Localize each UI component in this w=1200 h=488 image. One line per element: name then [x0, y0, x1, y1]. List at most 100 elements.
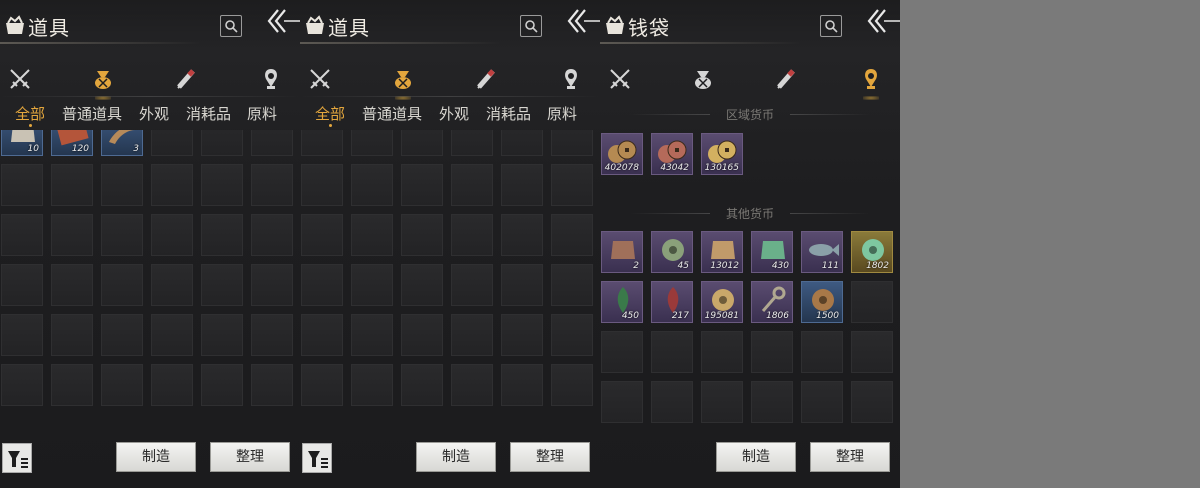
- search-button[interactable]: [820, 15, 842, 37]
- sort-button[interactable]: 整理: [810, 442, 890, 472]
- subtab-appearance[interactable]: 外观: [139, 103, 169, 124]
- empty-slot[interactable]: [1, 314, 43, 356]
- empty-slot[interactable]: [451, 130, 493, 156]
- empty-slot[interactable]: [651, 331, 693, 373]
- item-slot[interactable]: 43042: [651, 133, 693, 175]
- empty-slot[interactable]: [201, 314, 243, 356]
- item-slot[interactable]: 13012: [701, 231, 743, 273]
- empty-slot[interactable]: [401, 314, 443, 356]
- empty-slot[interactable]: [351, 264, 393, 306]
- filter-button[interactable]: [2, 443, 32, 473]
- empty-slot[interactable]: [351, 214, 393, 256]
- empty-slot[interactable]: [701, 331, 743, 373]
- craft-button[interactable]: 制造: [116, 442, 196, 472]
- empty-slot[interactable]: [201, 130, 243, 156]
- category-scrolls-tab[interactable]: [172, 64, 202, 98]
- item-slot[interactable]: 1806: [751, 281, 793, 323]
- empty-slot[interactable]: [501, 264, 543, 306]
- empty-slot[interactable]: [401, 214, 443, 256]
- item-slot[interactable]: 1802: [851, 231, 893, 273]
- empty-slot[interactable]: [151, 364, 193, 406]
- category-scrolls-tab[interactable]: [772, 64, 802, 98]
- item-slot[interactable]: 430: [751, 231, 793, 273]
- empty-slot[interactable]: [51, 264, 93, 306]
- subtab-appearance[interactable]: 外观: [439, 103, 469, 124]
- empty-slot[interactable]: [101, 364, 143, 406]
- empty-slot[interactable]: [301, 214, 343, 256]
- category-items-tab[interactable]: [688, 64, 718, 98]
- empty-slot[interactable]: [1, 164, 43, 206]
- filter-button[interactable]: [302, 443, 332, 473]
- empty-slot[interactable]: [201, 164, 243, 206]
- item-slot[interactable]: 402078: [601, 133, 643, 175]
- item-slot[interactable]: 450: [601, 281, 643, 323]
- item-slot[interactable]: 45: [651, 231, 693, 273]
- empty-slot[interactable]: [451, 364, 493, 406]
- empty-slot[interactable]: [351, 314, 393, 356]
- empty-slot[interactable]: [451, 214, 493, 256]
- item-slot[interactable]: 195081: [701, 281, 743, 323]
- empty-slot[interactable]: [551, 314, 593, 356]
- subtab-materials[interactable]: 原料: [547, 103, 577, 124]
- subtab-consumables[interactable]: 消耗品: [486, 103, 531, 124]
- empty-slot[interactable]: [801, 331, 843, 373]
- empty-slot[interactable]: [301, 364, 343, 406]
- subtab-normal-items[interactable]: 普通道具: [62, 103, 122, 124]
- item-slot[interactable]: 111: [801, 231, 843, 273]
- empty-slot[interactable]: [751, 381, 793, 423]
- back-chevrons-icon[interactable]: [266, 8, 300, 36]
- empty-slot[interactable]: [601, 331, 643, 373]
- empty-slot[interactable]: [251, 214, 293, 256]
- category-pendant-tab[interactable]: [556, 64, 586, 98]
- item-slot[interactable]: 130165: [701, 133, 743, 175]
- empty-slot[interactable]: [101, 264, 143, 306]
- empty-slot[interactable]: [151, 164, 193, 206]
- empty-slot[interactable]: [101, 214, 143, 256]
- empty-slot[interactable]: [351, 130, 393, 156]
- empty-slot[interactable]: [501, 314, 543, 356]
- item-slot[interactable]: 1500: [801, 281, 843, 323]
- category-pendant-tab[interactable]: [856, 64, 886, 100]
- empty-slot[interactable]: [851, 331, 893, 373]
- subtab-all[interactable]: 全部: [315, 103, 345, 127]
- back-chevrons-icon[interactable]: [566, 8, 600, 36]
- empty-slot[interactable]: [151, 314, 193, 356]
- empty-slot[interactable]: [151, 264, 193, 306]
- item-slot[interactable]: 120: [51, 130, 93, 156]
- subtab-normal-items[interactable]: 普通道具: [362, 103, 422, 124]
- craft-button[interactable]: 制造: [716, 442, 796, 472]
- empty-slot[interactable]: [201, 364, 243, 406]
- craft-button[interactable]: 制造: [416, 442, 496, 472]
- sort-button[interactable]: 整理: [210, 442, 290, 472]
- empty-slot[interactable]: [551, 130, 593, 156]
- empty-slot[interactable]: [1, 214, 43, 256]
- empty-slot[interactable]: [251, 314, 293, 356]
- empty-slot[interactable]: [751, 331, 793, 373]
- empty-slot[interactable]: [551, 164, 593, 206]
- empty-slot[interactable]: [201, 214, 243, 256]
- back-chevrons-icon[interactable]: [866, 8, 900, 36]
- category-weapons-tab[interactable]: [5, 64, 35, 98]
- empty-slot[interactable]: [51, 364, 93, 406]
- empty-slot[interactable]: [501, 214, 543, 256]
- search-button[interactable]: [520, 15, 542, 37]
- empty-slot[interactable]: [251, 264, 293, 306]
- empty-slot[interactable]: [401, 164, 443, 206]
- empty-slot[interactable]: [251, 364, 293, 406]
- empty-slot[interactable]: [51, 314, 93, 356]
- category-scrolls-tab[interactable]: [472, 64, 502, 98]
- empty-slot[interactable]: [401, 264, 443, 306]
- empty-slot[interactable]: [251, 130, 293, 156]
- empty-slot[interactable]: [551, 264, 593, 306]
- search-button[interactable]: [220, 15, 242, 37]
- subtab-consumables[interactable]: 消耗品: [186, 103, 231, 124]
- empty-slot[interactable]: [451, 264, 493, 306]
- category-weapons-tab[interactable]: [605, 64, 635, 98]
- empty-slot[interactable]: [301, 130, 343, 156]
- empty-slot[interactable]: [451, 314, 493, 356]
- empty-slot[interactable]: [351, 364, 393, 406]
- empty-slot[interactable]: [451, 164, 493, 206]
- empty-slot[interactable]: [51, 164, 93, 206]
- item-slot[interactable]: 3: [101, 130, 143, 156]
- empty-slot[interactable]: [501, 130, 543, 156]
